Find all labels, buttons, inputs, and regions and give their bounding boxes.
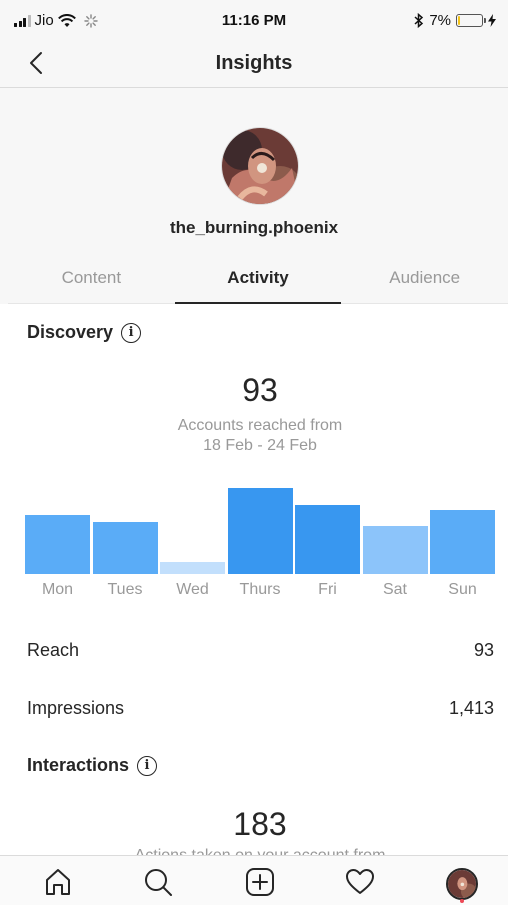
reach-label: Reach <box>27 640 80 660</box>
chart-day-label: Sun <box>448 581 477 598</box>
chart-bar-fri[interactable] <box>295 505 360 574</box>
interactions-value: 183 <box>233 806 287 842</box>
discovery-value: 93 <box>242 372 278 408</box>
new-post-tab[interactable] <box>244 866 276 898</box>
page-title: Insights <box>215 52 293 74</box>
search-tab[interactable] <box>142 866 174 898</box>
home-tab[interactable] <box>42 866 74 898</box>
charging-bolt-icon <box>488 14 496 27</box>
status-bar: Jio 11:16 PM 7% <box>0 0 508 40</box>
activity-heart-icon <box>346 869 374 894</box>
chart-bar-sat[interactable] <box>362 526 428 574</box>
discovery-title: Discovery <box>27 322 114 342</box>
chart-day-label: Thurs <box>239 581 281 598</box>
impressions-row: Impressions 1,413 <box>27 698 494 719</box>
activity-tab[interactable] <box>344 866 376 898</box>
status-right: 7% <box>414 12 496 29</box>
tab-activity[interactable]: Activity <box>174 258 342 304</box>
chart-day-label: Tues <box>107 581 143 598</box>
discovery-bar-chart <box>25 480 497 574</box>
tab-content[interactable]: Content <box>8 258 175 303</box>
profile-tab-avatar[interactable] <box>446 868 478 900</box>
chart-day-label: Fri <box>318 581 337 598</box>
notification-dot <box>460 899 464 903</box>
tab-audience[interactable]: Audience <box>341 258 508 303</box>
avatar-image <box>448 870 476 898</box>
chart-bar-wed[interactable] <box>160 562 225 574</box>
bluetooth-icon <box>414 13 424 28</box>
chart-bar-sun[interactable] <box>430 510 495 574</box>
discovery-heading: Discovery i <box>27 322 142 343</box>
battery-percent: 7% <box>429 12 451 29</box>
navigation-bar: Insights <box>0 40 508 88</box>
reach-value: 93 <box>473 640 494 660</box>
impressions-label: Impressions <box>27 698 125 718</box>
chart-bar-thurs[interactable] <box>227 488 293 574</box>
info-icon[interactable]: i <box>137 755 158 776</box>
reach-row: Reach 93 <box>27 640 494 661</box>
info-icon[interactable]: i <box>121 322 142 343</box>
new-post-icon <box>246 868 274 896</box>
discovery-subtitle-line2: 18 Feb - 24 Feb <box>203 437 317 454</box>
discovery-subtitle-line1: Accounts reached from <box>177 417 343 434</box>
profile-username: the_burning.phoenix <box>169 218 339 237</box>
profile-header: the_burning.phoenix Content Activity Aud… <box>0 88 508 304</box>
chart-bar-mon[interactable] <box>25 515 90 574</box>
battery-icon <box>456 14 486 27</box>
chart-bar-tues[interactable] <box>92 522 158 574</box>
profile-avatar[interactable] <box>221 127 299 205</box>
bottom-tab-bar <box>0 855 508 905</box>
home-icon <box>46 869 70 895</box>
chart-day-label: Wed <box>176 581 209 598</box>
chart-day-label: Mon <box>41 581 74 598</box>
insights-tabs: Content Activity Audience <box>8 258 508 304</box>
interactions-title: Interactions <box>27 755 130 775</box>
avatar-image <box>222 128 298 204</box>
search-icon <box>145 869 172 896</box>
interactions-heading: Interactions i <box>27 755 158 776</box>
chart-day-label: Sat <box>382 581 407 598</box>
impressions-value: 1,413 <box>448 698 494 718</box>
